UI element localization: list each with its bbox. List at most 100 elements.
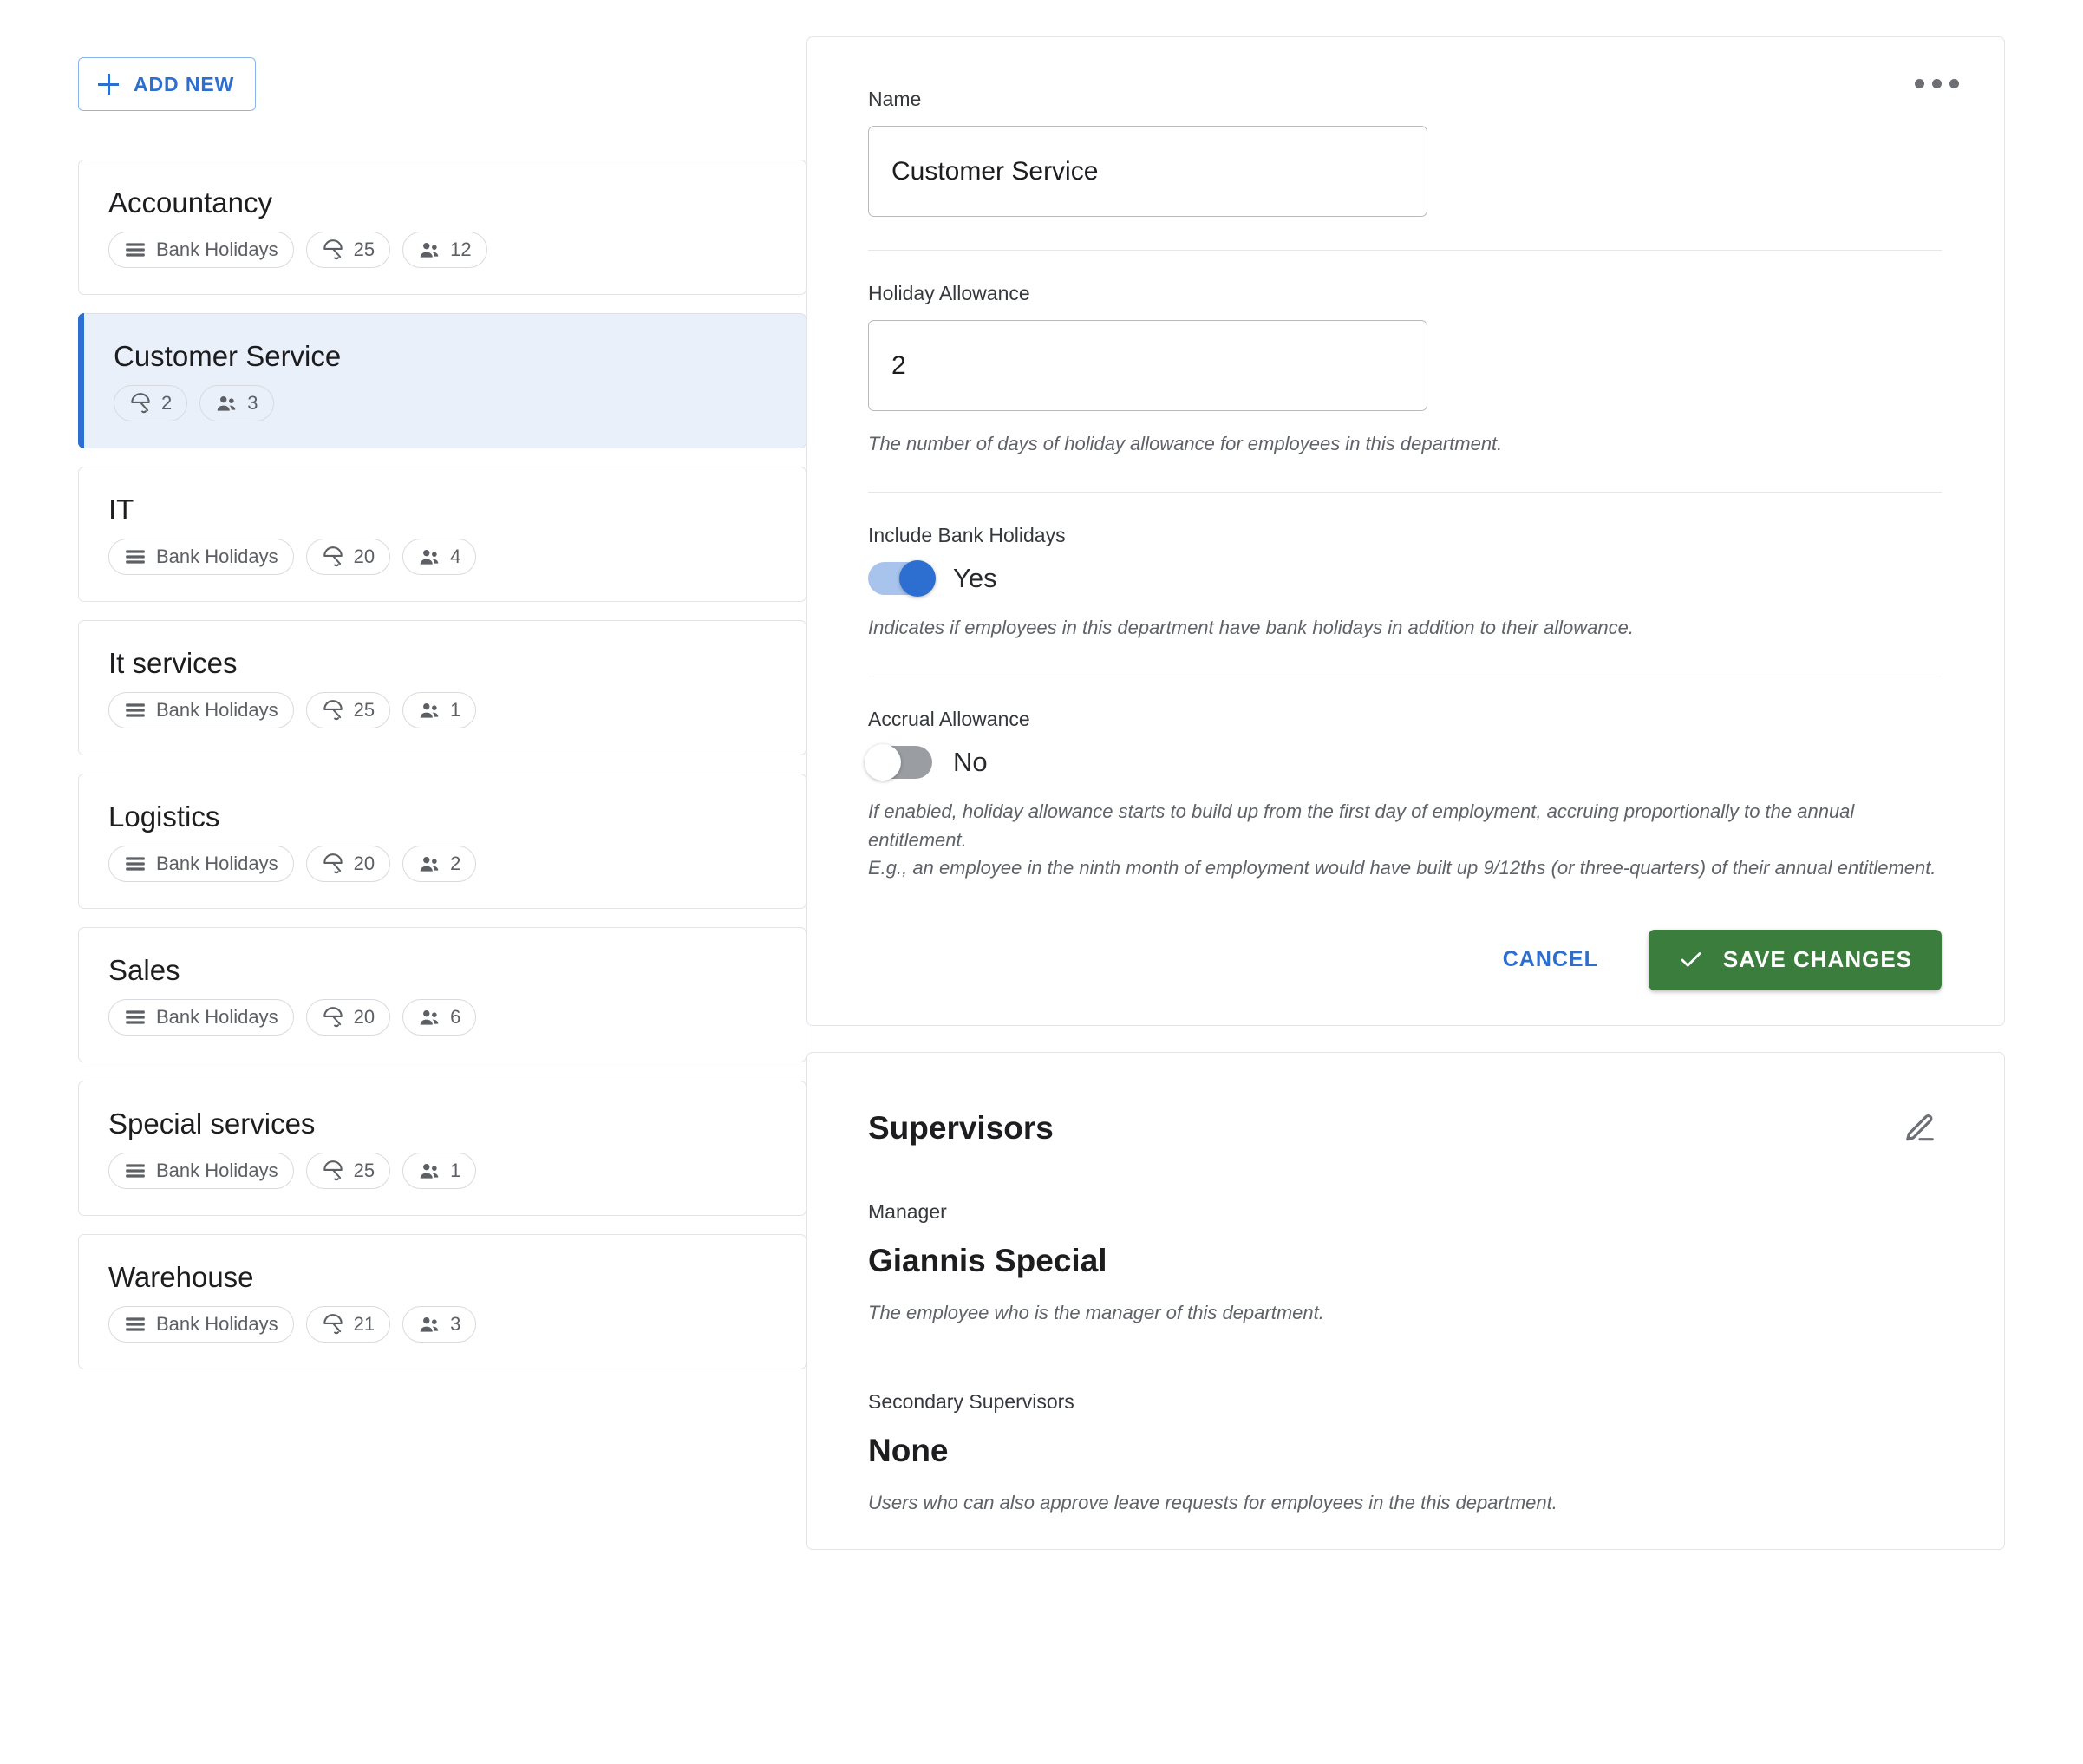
- secondary-supervisors-group: Secondary Supervisors None Users who can…: [868, 1390, 1942, 1514]
- department-name: It services: [108, 647, 776, 680]
- bank-holidays-chip: Bank Holidays: [108, 1153, 294, 1189]
- allowance-chip: 20: [306, 999, 390, 1036]
- umbrella-icon: [322, 546, 344, 568]
- add-new-button[interactable]: ADD NEW: [78, 57, 256, 111]
- allowance-chip: 2: [114, 385, 187, 421]
- accrual-allowance-group: Accrual Allowance No If enabled, holiday…: [868, 676, 1942, 883]
- include-bank-holidays-label: Include Bank Holidays: [868, 524, 1942, 547]
- secondary-supervisors-value: None: [868, 1433, 1942, 1469]
- employees-chip: 1: [402, 692, 476, 728]
- employees-chip: 4: [402, 539, 476, 575]
- save-changes-button[interactable]: SAVE CHANGES: [1649, 930, 1942, 990]
- department-card[interactable]: Customer Service23: [78, 313, 806, 448]
- supervisors-title: Supervisors: [868, 1110, 1054, 1147]
- bank-holidays-icon: [124, 546, 147, 568]
- save-changes-label: SAVE CHANGES: [1723, 946, 1912, 973]
- edit-supervisors-button[interactable]: [1898, 1107, 1942, 1150]
- department-card[interactable]: It services Bank Holidays 25 1: [78, 620, 806, 755]
- allowance-value: 25: [354, 699, 375, 722]
- allowance-value: 25: [354, 238, 375, 261]
- department-card[interactable]: Special services Bank Holidays 25 1: [78, 1081, 806, 1216]
- department-name: Warehouse: [108, 1261, 776, 1294]
- secondary-supervisors-label: Secondary Supervisors: [868, 1390, 1942, 1414]
- employees-chip: 12: [402, 232, 486, 268]
- accrual-help-line-1: If enabled, holiday allowance starts to …: [868, 798, 1942, 854]
- department-chips: Bank Holidays 25 1: [108, 692, 776, 728]
- accrual-allowance-help: If enabled, holiday allowance starts to …: [868, 798, 1942, 883]
- bank-holidays-chip: Bank Holidays: [108, 999, 294, 1036]
- employees-chip: 2: [402, 846, 476, 882]
- name-input[interactable]: [868, 126, 1427, 217]
- department-card[interactable]: LogisticsBank Holidays202: [78, 774, 806, 909]
- department-chips: Bank Holidays213: [108, 1306, 776, 1343]
- employees-value: 1: [450, 699, 460, 722]
- department-name: Customer Service: [108, 340, 776, 373]
- bank-holidays-icon: [124, 853, 147, 875]
- include-bank-holidays-help: Indicates if employees in this departmen…: [868, 614, 1942, 643]
- department-card[interactable]: WarehouseBank Holidays213: [78, 1234, 806, 1369]
- employees-value: 3: [247, 392, 258, 415]
- department-card[interactable]: IT Bank Holidays 20 4: [78, 467, 806, 602]
- accrual-allowance-label: Accrual Allowance: [868, 708, 1942, 731]
- bank-holidays-icon: [124, 1160, 147, 1182]
- employees-value: 1: [450, 1160, 460, 1182]
- allowance-chip: 25: [306, 1153, 390, 1189]
- department-card[interactable]: SalesBank Holidays206: [78, 927, 806, 1062]
- form-actions: CANCEL SAVE CHANGES: [868, 930, 1942, 990]
- accrual-allowance-state: No: [953, 747, 988, 778]
- employees-value: 4: [450, 546, 460, 568]
- allowance-chip: 25: [306, 692, 390, 728]
- allowance-value: 21: [354, 1313, 375, 1336]
- include-bank-holidays-group: Include Bank Holidays Yes Indicates if e…: [868, 493, 1942, 643]
- include-bank-holidays-toggle[interactable]: [868, 562, 932, 595]
- umbrella-icon: [322, 699, 344, 722]
- department-chips: Bank Holidays202: [108, 846, 776, 882]
- department-chips: 23: [108, 385, 776, 421]
- include-bank-holidays-state: Yes: [953, 563, 997, 594]
- departments-page: ADD NEW AccountancyBank Holidays2512Cust…: [0, 0, 2083, 1764]
- bank-holidays-chip: Bank Holidays: [108, 539, 294, 575]
- employees-chip: 3: [402, 1306, 476, 1343]
- manager-group: Manager Giannis Special The employee who…: [868, 1200, 1942, 1324]
- cancel-button[interactable]: CANCEL: [1484, 935, 1617, 984]
- allowance-value: 2: [161, 392, 172, 415]
- add-new-label: ADD NEW: [134, 73, 234, 96]
- bank-holidays-icon: [124, 1313, 147, 1336]
- department-chips: Bank Holidays206: [108, 999, 776, 1036]
- department-name: Special services: [108, 1107, 776, 1140]
- allowance-value: 25: [354, 1160, 375, 1182]
- bank-holidays-chip-label: Bank Holidays: [156, 1160, 278, 1182]
- accrual-help-line-2: E.g., an employee in the ninth month of …: [868, 854, 1942, 883]
- department-chips: Bank Holidays2512: [108, 232, 776, 268]
- people-icon: [418, 1160, 441, 1182]
- department-name: IT: [108, 493, 776, 526]
- pencil-icon: [1903, 1112, 1936, 1145]
- name-label: Name: [868, 88, 1942, 111]
- holiday-allowance-group: Holiday Allowance The number of days of …: [868, 251, 1942, 459]
- department-list: AccountancyBank Holidays2512Customer Ser…: [78, 160, 806, 1369]
- holiday-allowance-input[interactable]: [868, 320, 1427, 411]
- bank-holidays-chip: Bank Holidays: [108, 692, 294, 728]
- supervisors-panel: Supervisors Manager Giannis Special The …: [806, 1052, 2005, 1550]
- people-icon: [418, 238, 441, 261]
- check-icon: [1678, 947, 1704, 973]
- holiday-allowance-help: The number of days of holiday allowance …: [868, 430, 1942, 459]
- detail-column: Name Holiday Allowance The number of day…: [806, 0, 2083, 1550]
- bank-holidays-icon: [124, 238, 147, 261]
- accrual-allowance-toggle[interactable]: [868, 746, 932, 779]
- people-icon: [418, 1313, 441, 1336]
- people-icon: [215, 392, 238, 415]
- bank-holidays-chip-label: Bank Holidays: [156, 853, 278, 875]
- name-field-group: Name: [868, 88, 1942, 217]
- allowance-chip: 20: [306, 539, 390, 575]
- manager-label: Manager: [868, 1200, 1942, 1224]
- umbrella-icon: [322, 1160, 344, 1182]
- department-card[interactable]: AccountancyBank Holidays2512: [78, 160, 806, 295]
- more-horizontal-icon[interactable]: [1915, 79, 1959, 88]
- employees-chip: 1: [402, 1153, 476, 1189]
- bank-holidays-chip-label: Bank Holidays: [156, 1006, 278, 1029]
- umbrella-icon: [322, 238, 344, 261]
- allowance-value: 20: [354, 1006, 375, 1029]
- secondary-supervisors-help: Users who can also approve leave request…: [868, 1492, 1942, 1514]
- department-name: Logistics: [108, 800, 776, 833]
